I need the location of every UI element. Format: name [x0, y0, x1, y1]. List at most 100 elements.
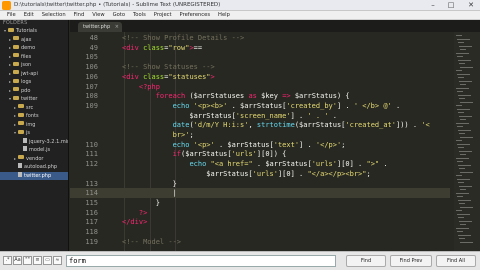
code-token: $arrStatus[: [122, 169, 253, 178]
regex-toggle[interactable]: .*: [3, 256, 12, 265]
sidebar-item-vendor[interactable]: ▸ vendor: [0, 155, 68, 164]
code-token: ][0] .: [336, 160, 367, 169]
sidebar-item-twitter-php[interactable]: twitter.php: [0, 171, 68, 180]
file-icon: [18, 163, 22, 168]
minimap-line: [458, 42, 464, 43]
in-selection-toggle[interactable]: ▭: [43, 256, 52, 265]
sidebar-item-label: ajax: [21, 36, 32, 43]
line-number: 114: [85, 189, 98, 198]
code-editor[interactable]: 48 <!-- Show Profile Details --> 49 <div cl…: [70, 32, 454, 251]
sidebar-item-twitter[interactable]: ▾ twitter: [0, 95, 68, 104]
tab-twitter-php[interactable]: twitter.php ×: [78, 22, 122, 32]
menu-help[interactable]: Help: [214, 11, 234, 19]
sidebar-item-src[interactable]: ▸ src: [0, 104, 68, 113]
code-line[interactable]: 107 <?php: [70, 82, 450, 92]
case-sensitive-toggle[interactable]: Aa: [13, 256, 22, 265]
menu-file[interactable]: File: [3, 11, 20, 19]
code-token: strtotime: [256, 121, 295, 130]
code-token: ' . ': [307, 111, 329, 120]
code-token: ] .: [336, 101, 354, 110]
code-line[interactable]: 118: [70, 227, 450, 237]
code-line[interactable]: br>';: [70, 130, 450, 140]
code-line[interactable]: 116 ?>: [70, 208, 450, 218]
code-token: ] .: [299, 140, 316, 149]
menu-selection[interactable]: Selection: [38, 11, 70, 19]
minimize-button[interactable]: –: [426, 0, 440, 11]
sidebar-item-fonts[interactable]: ▸ fonts: [0, 112, 68, 121]
code-line[interactable]: 115 }: [70, 198, 450, 208]
sidebar-item-demo[interactable]: ▸ demo: [0, 44, 68, 53]
line-number: 105: [85, 53, 98, 62]
code-line[interactable]: 111 if($arrStatus['urls'][0]) {: [70, 149, 450, 159]
menu-tools[interactable]: Tools: [129, 11, 150, 19]
sidebar-item-json[interactable]: ▸ json: [0, 61, 68, 70]
window-title: D:\tutorials\twitter\twitter.php • (Tuto…: [14, 2, 221, 8]
folder-icon: [18, 112, 24, 117]
minimap-line: [460, 119, 466, 120]
code-line[interactable]: 112 echo "<a href=" . $arrStatus['urls']…: [70, 159, 450, 169]
menu-find[interactable]: Find: [70, 11, 89, 19]
code-line[interactable]: 106 <!-- Show Statuses -->: [70, 62, 450, 72]
maximize-button[interactable]: □: [444, 0, 458, 11]
code-text: $arrStatus['urls'][0] . "</a></p><br>";: [122, 169, 370, 179]
code-line[interactable]: 49 <div class="row">==: [70, 43, 450, 53]
code-text: date('d/m/Y H:i:s', strtotime($arrStatus…: [122, 120, 430, 130]
whole-word-toggle[interactable]: "": [23, 256, 32, 265]
minimap-line: [457, 143, 470, 145]
code-text: foreach ($arrStatuses as $key => $arrSta…: [122, 91, 350, 101]
minimap-line: [458, 182, 464, 183]
minimap[interactable]: [454, 32, 480, 251]
code-line[interactable]: 110 echo '<p>' . $arrStatus['text'] . '<…: [70, 140, 450, 150]
sidebar-item-tutorials[interactable]: ▾ Tutorials: [0, 27, 68, 36]
sidebar-item-img[interactable]: ▸ img: [0, 121, 68, 130]
minimap-line: [456, 210, 462, 211]
minimap-line: [459, 80, 472, 82]
code-line[interactable]: 113 }: [70, 179, 450, 189]
minimap-line: [458, 59, 471, 61]
code-line[interactable]: 105: [70, 52, 450, 62]
find-button[interactable]: Find: [346, 255, 386, 267]
code-line[interactable]: 48 <!-- Show Profile Details -->: [70, 33, 450, 43]
menu-project[interactable]: Project: [150, 11, 176, 19]
folder-icon: [18, 104, 24, 108]
line-number: 110: [85, 140, 98, 149]
sidebar-item-files[interactable]: ▸ files: [0, 53, 68, 62]
code-token: <?php: [122, 82, 160, 91]
sidebar-item-ajax[interactable]: ▸ ajax: [0, 36, 68, 45]
sidebar-item-pdo[interactable]: ▸ pdo: [0, 87, 68, 96]
minimap-line: [457, 38, 470, 40]
code-line[interactable]: 119 <!-- Model -->: [70, 237, 450, 247]
menu-preferences[interactable]: Preferences: [176, 11, 215, 19]
sidebar-item-model-js[interactable]: model.js: [0, 146, 68, 155]
sidebar-item-autoload-php[interactable]: autoload.php: [0, 163, 68, 172]
find-all-button[interactable]: Find All: [436, 255, 476, 267]
code-line[interactable]: 106 <div class="statuses">: [70, 72, 450, 82]
tab-close-icon[interactable]: ×: [115, 22, 119, 32]
code-line[interactable]: $arrStatus['urls'][0] . "</a></p><br>";: [70, 169, 450, 179]
close-window-button[interactable]: ✕: [462, 0, 480, 11]
sidebar-item-logs[interactable]: ▸ logs: [0, 78, 68, 87]
minimap-line: [460, 136, 473, 138]
sidebar-item-js[interactable]: ▾ js: [0, 129, 68, 138]
code-token: ==: [193, 43, 203, 52]
sidebar-item-jwt-api[interactable]: ▸ jwt-api: [0, 70, 68, 79]
find-input[interactable]: form: [66, 255, 336, 267]
code-line[interactable]: date('d/m/Y H:i:s', strtotime($arrStatus…: [70, 120, 450, 130]
code-line[interactable]: $arrStatus['screen_name'] . ' . ' .: [70, 111, 450, 121]
wrap-toggle[interactable]: ≡: [33, 256, 42, 265]
menu-goto[interactable]: Goto: [109, 11, 129, 19]
minimap-line: [459, 203, 465, 204]
menu-bar: File Edit Selection Find View Goto Tools Projec…: [0, 11, 480, 20]
menu-view[interactable]: View: [88, 11, 108, 19]
highlight-matches-toggle[interactable]: ≈: [53, 256, 62, 265]
menu-edit[interactable]: Edit: [20, 11, 38, 19]
code-token: '<: [421, 121, 430, 130]
code-line[interactable]: 109 echo '<p><b>' . $arrStatus['created_…: [70, 101, 450, 111]
code-line[interactable]: 108 foreach ($arrStatuses as $key => $ar…: [70, 91, 450, 101]
code-text: echo "<a href=" . $arrStatus['urls'][0] …: [122, 159, 387, 169]
sidebar-item-jquery-3-2-1-min-js[interactable]: jquery-3.2.1.min.js: [0, 137, 68, 147]
find-prev-button[interactable]: Find Prev: [390, 255, 432, 267]
code-line[interactable]: 117 </div>: [70, 217, 450, 227]
code-line[interactable]: 114 |: [70, 188, 450, 199]
